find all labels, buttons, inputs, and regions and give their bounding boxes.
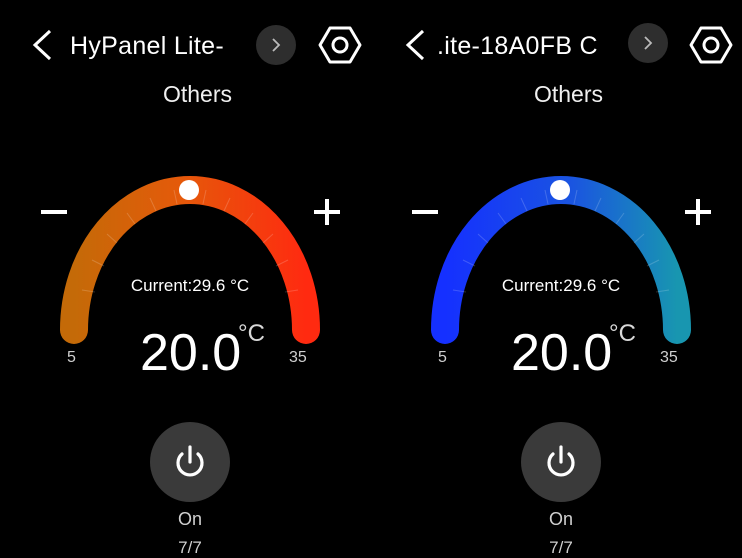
min-label: 5	[438, 349, 447, 366]
power-icon	[547, 445, 575, 477]
page-indicator: 7/7	[549, 538, 573, 557]
chevron-left-icon[interactable]	[403, 28, 427, 62]
current-temperature: Current:29.6 °C	[130, 276, 250, 295]
gear-icon[interactable]	[318, 23, 362, 67]
setpoint-value: 20.0	[140, 324, 242, 382]
max-label: 35	[289, 349, 307, 366]
dial-knob	[550, 180, 570, 200]
next-device-button[interactable]	[256, 25, 296, 65]
power-button[interactable]	[521, 422, 601, 502]
unit-label: °C	[609, 320, 636, 347]
next-device-button[interactable]	[628, 23, 668, 63]
device-title: .ite-18A0FB C	[437, 32, 598, 60]
power-icon	[176, 445, 204, 477]
chevron-left-icon[interactable]	[30, 28, 54, 62]
current-temperature: Current:29.6 °C	[501, 276, 621, 295]
power-button[interactable]	[150, 422, 230, 502]
room-label: Others	[533, 81, 604, 107]
chevron-right-icon	[644, 36, 653, 50]
page-indicator: 7/7	[178, 538, 202, 557]
gear-icon[interactable]	[689, 23, 733, 67]
chevron-right-icon	[272, 38, 281, 52]
thermostat-panel-right: .ite-18A0FB C Others Current:29.6 °C 5 3…	[371, 0, 742, 558]
setpoint-value: 20.0	[511, 324, 613, 382]
device-title: HyPanel Lite-	[70, 32, 224, 60]
room-label: Others	[162, 81, 233, 107]
power-state: On	[177, 509, 202, 529]
min-label: 5	[67, 349, 76, 366]
power-state: On	[548, 509, 573, 529]
dial-knob	[179, 180, 199, 200]
max-label: 35	[660, 349, 678, 366]
thermostat-panel-left: HyPanel Lite- Others Current:29.6 °C 5 3…	[0, 0, 371, 558]
unit-label: °C	[238, 320, 265, 347]
